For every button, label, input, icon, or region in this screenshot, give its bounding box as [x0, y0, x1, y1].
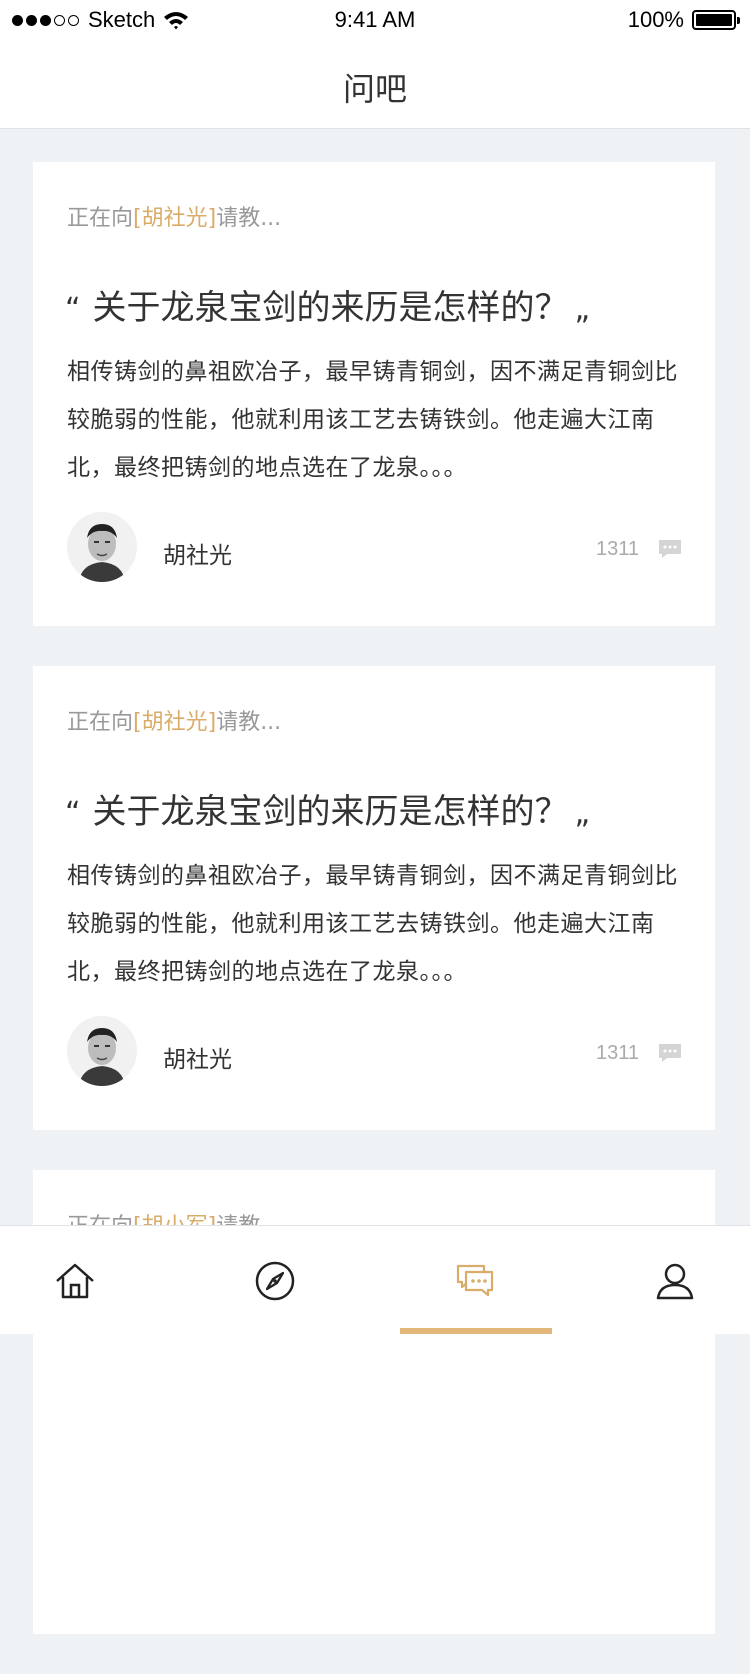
battery-icon: [692, 10, 740, 30]
status-bar: Sketch 9:41 AM 100%: [0, 0, 750, 40]
author-name[interactable]: 胡社光: [163, 1040, 232, 1074]
question-card[interactable]: 正在向[胡社光]请教... “ 关于龙泉宝剑的来历是怎样的？ „ 相传铸剑的鼻祖…: [33, 162, 715, 626]
avatar[interactable]: [67, 512, 137, 582]
asking-line: 正在向[胡社光]请教...: [67, 704, 281, 736]
question-text: 关于龙泉宝剑的来历是怎样的？: [92, 792, 569, 832]
asking-prefix: 正在向: [67, 206, 134, 231]
avatar[interactable]: [67, 1016, 137, 1086]
page-title: 问吧: [342, 70, 407, 108]
author-name[interactable]: 胡社光: [163, 536, 232, 570]
answer-excerpt: 相传铸剑的鼻祖欧冶子，最早铸青铜剑，因不满足青铜剑比较脆弱的性能，他就利用该工艺…: [67, 359, 678, 481]
expert-name-link[interactable]: [胡社光]: [133, 710, 216, 735]
question-text: 关于龙泉宝剑的来历是怎样的？: [92, 288, 569, 328]
comment-count: 1311: [595, 538, 639, 560]
comment-count: 1311: [595, 1042, 639, 1064]
comment-icon[interactable]: [657, 1042, 683, 1064]
answer-excerpt: 相传铸剑的鼻祖欧冶子，最早铸青铜剑，因不满足青铜剑比较脆弱的性能，他就利用该工艺…: [67, 863, 678, 985]
tab-ask[interactable]: [400, 1226, 550, 1334]
compass-icon: [255, 1261, 295, 1301]
question-card[interactable]: 正在向[胡社光]请教... “ 关于龙泉宝剑的来历是怎样的？ „ 相传铸剑的鼻祖…: [33, 666, 715, 1130]
tab-discover[interactable]: [200, 1226, 350, 1334]
status-right: 100%: [627, 7, 740, 33]
user-icon: [656, 1263, 694, 1300]
question-title[interactable]: “ 关于龙泉宝剑的来历是怎样的？ „: [65, 784, 590, 833]
asking-line: 正在向[胡社光]请教...: [67, 200, 281, 232]
question-title[interactable]: “ 关于龙泉宝剑的来历是怎样的？ „: [65, 280, 590, 329]
open-quote: “: [65, 292, 81, 327]
tab-home[interactable]: [0, 1226, 150, 1334]
navigation-bar: 问吧: [0, 40, 750, 129]
asking-prefix: 正在向: [67, 710, 134, 735]
active-tab-indicator: [400, 1328, 552, 1334]
expert-name-link[interactable]: [胡社光]: [133, 206, 216, 231]
comment-icon[interactable]: [657, 538, 683, 560]
asking-suffix: 请教...: [216, 710, 282, 735]
open-quote: “: [65, 796, 81, 831]
home-icon: [56, 1263, 94, 1299]
battery-percent: 100%: [627, 7, 684, 32]
asking-suffix: 请教...: [216, 206, 282, 231]
tab-profile[interactable]: [600, 1226, 750, 1334]
close-quote: „: [574, 292, 591, 327]
close-quote: „: [574, 796, 591, 831]
question-feed[interactable]: 正在向[胡社光]请教... “ 关于龙泉宝剑的来历是怎样的？ „ 相传铸剑的鼻祖…: [33, 162, 715, 1674]
tab-bar: [0, 1225, 750, 1334]
chat-bubbles-icon: [456, 1264, 494, 1297]
